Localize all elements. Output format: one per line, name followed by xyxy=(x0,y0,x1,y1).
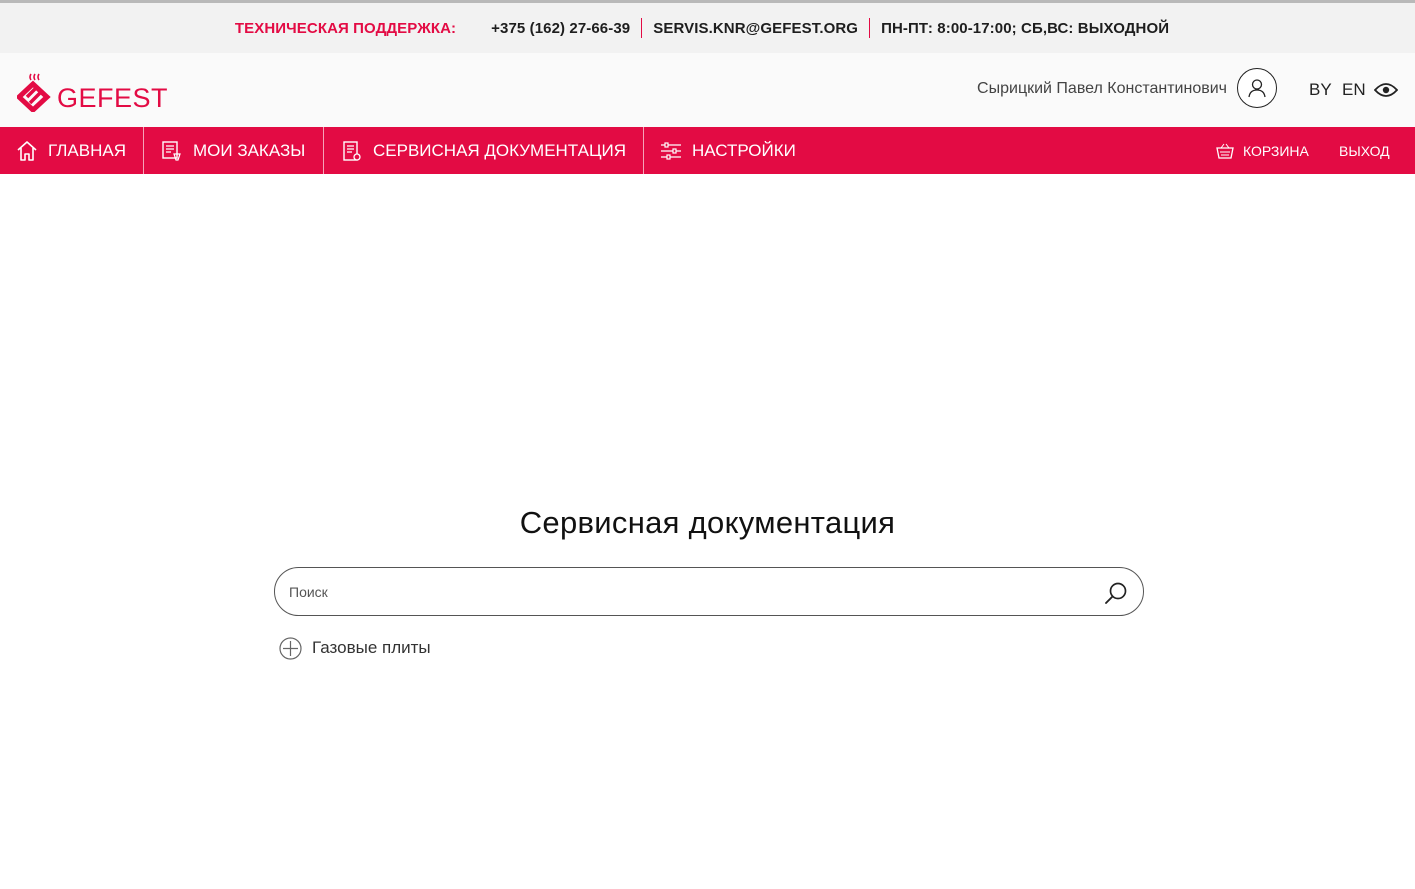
search-input[interactable] xyxy=(287,578,1081,606)
plus-circle-icon[interactable] xyxy=(279,636,302,660)
nav-label: МОИ ЗАКАЗЫ xyxy=(193,140,306,160)
category-label: Газовые плиты xyxy=(312,638,431,657)
nav-item-orders[interactable]: МОИ ЗАКАЗЫ xyxy=(161,127,305,174)
nav-item-service-docs[interactable]: СЕРВИСНАЯ ДОКУМЕНТАЦИЯ xyxy=(341,127,626,174)
category-item[interactable]: Газовые плиты xyxy=(279,636,431,660)
lang-en[interactable]: EN xyxy=(1342,80,1366,100)
eye-icon[interactable] xyxy=(1374,82,1398,98)
lang-by[interactable]: BY xyxy=(1309,80,1332,100)
search-box[interactable] xyxy=(274,567,1144,616)
support-email[interactable]: SERVIS.KNR@GEFEST.ORG xyxy=(642,20,869,37)
logout-label: ВЫХОД xyxy=(1339,142,1390,159)
gefest-logo[interactable]: GEFEST xyxy=(17,68,172,112)
nav-label: ГЛАВНАЯ xyxy=(48,140,126,160)
home-icon xyxy=(17,140,37,161)
basket-icon xyxy=(1216,143,1234,159)
nav-divider xyxy=(323,127,324,174)
logout-button[interactable]: ВЫХОД xyxy=(1339,127,1390,174)
support-label: ТЕХНИЧЕСКАЯ ПОДДЕРЖКА: xyxy=(234,19,457,37)
nav-divider xyxy=(143,127,144,174)
support-phone[interactable]: +375 (162) 27-66-39 xyxy=(480,20,641,37)
settings-sliders-icon xyxy=(661,141,681,160)
nav-divider xyxy=(643,127,644,174)
nav-item-home[interactable]: ГЛАВНАЯ xyxy=(16,127,126,174)
header: GEFEST Сырицкий Павел Константинович BY … xyxy=(0,53,1415,127)
main-nav: ГЛАВНАЯ МОИ ЗАКАЗЫ СЕРВИСНАЯ ДОКУМЕНТАЦИ… xyxy=(0,127,1415,174)
nav-label: СЕРВИСНАЯ ДОКУМЕНТАЦИЯ xyxy=(373,140,627,160)
user-name[interactable]: Сырицкий Павел Константинович xyxy=(830,80,1227,98)
support-hours: ПН-ПТ: 8:00-17:00; СБ,ВС: ВЫХОДНОЙ xyxy=(881,19,1170,37)
nav-item-settings[interactable]: НАСТРОЙКИ xyxy=(660,127,796,174)
nav-label: НАСТРОЙКИ xyxy=(692,140,796,160)
user-icon[interactable] xyxy=(1237,68,1277,108)
search-icon[interactable] xyxy=(1103,580,1129,606)
orders-icon xyxy=(162,140,181,161)
document-icon xyxy=(343,140,361,161)
page-title: Сервисная документация xyxy=(519,505,896,540)
logo-text: GEFEST xyxy=(57,83,168,112)
cart-button[interactable]: КОРЗИНА xyxy=(1216,127,1309,174)
support-bar: ТЕХНИЧЕСКАЯ ПОДДЕРЖКА: +375 (162) 27-66-… xyxy=(0,3,1415,53)
cart-label: КОРЗИНА xyxy=(1243,142,1309,159)
